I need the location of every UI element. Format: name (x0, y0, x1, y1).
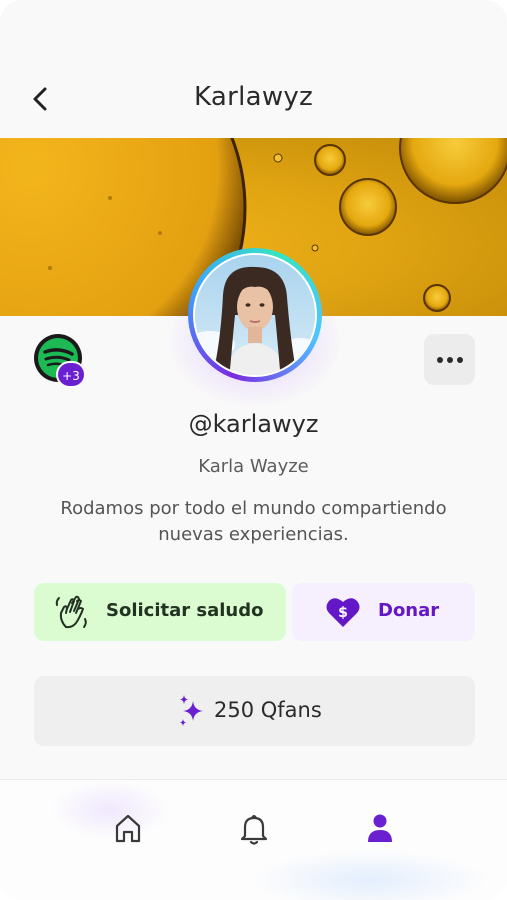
avatar[interactable] (188, 248, 322, 382)
profile-icon (368, 814, 392, 842)
nav-notifications[interactable] (236, 810, 272, 846)
bell-icon (240, 815, 268, 845)
more-options-button[interactable] (424, 334, 475, 385)
qfans-balance-button[interactable]: 250 Qfans (34, 676, 475, 746)
more-dot-icon (447, 357, 453, 363)
profile-bio: Rodamos por todo el mundo compartiendo n… (60, 498, 447, 545)
top-bar: Karlawyz (0, 60, 507, 138)
waving-hand-icon (55, 595, 87, 629)
more-dot-icon (437, 357, 443, 363)
donate-label: Donar (378, 600, 440, 621)
profile-full-name: Karla Wayze (198, 456, 309, 477)
page-title: Karlawyz (193, 82, 314, 112)
heart-dollar-icon: $ (326, 598, 360, 627)
nav-glow (250, 850, 490, 900)
phone-screen: Karlawyz +3 @karlawyz Karla Wayze Rodamo… (0, 0, 507, 900)
nav-profile[interactable] (362, 810, 398, 846)
request-greeting-label: Solicitar saludo (106, 600, 264, 621)
nav-home[interactable] (110, 810, 146, 846)
svg-text:$: $ (338, 605, 348, 621)
donate-button[interactable]: $ Donar (292, 583, 475, 641)
more-dot-icon (457, 357, 463, 363)
request-greeting-button[interactable]: Solicitar saludo (34, 583, 286, 641)
home-icon (115, 814, 141, 843)
spotify-count-badge: +3 (56, 361, 86, 388)
profile-username: @karlawyz (188, 410, 319, 438)
sparkles-icon (180, 695, 203, 726)
qfans-label: 250 Qfans (214, 698, 322, 722)
avatar-photo (193, 253, 317, 377)
bottom-navigation (0, 779, 507, 900)
